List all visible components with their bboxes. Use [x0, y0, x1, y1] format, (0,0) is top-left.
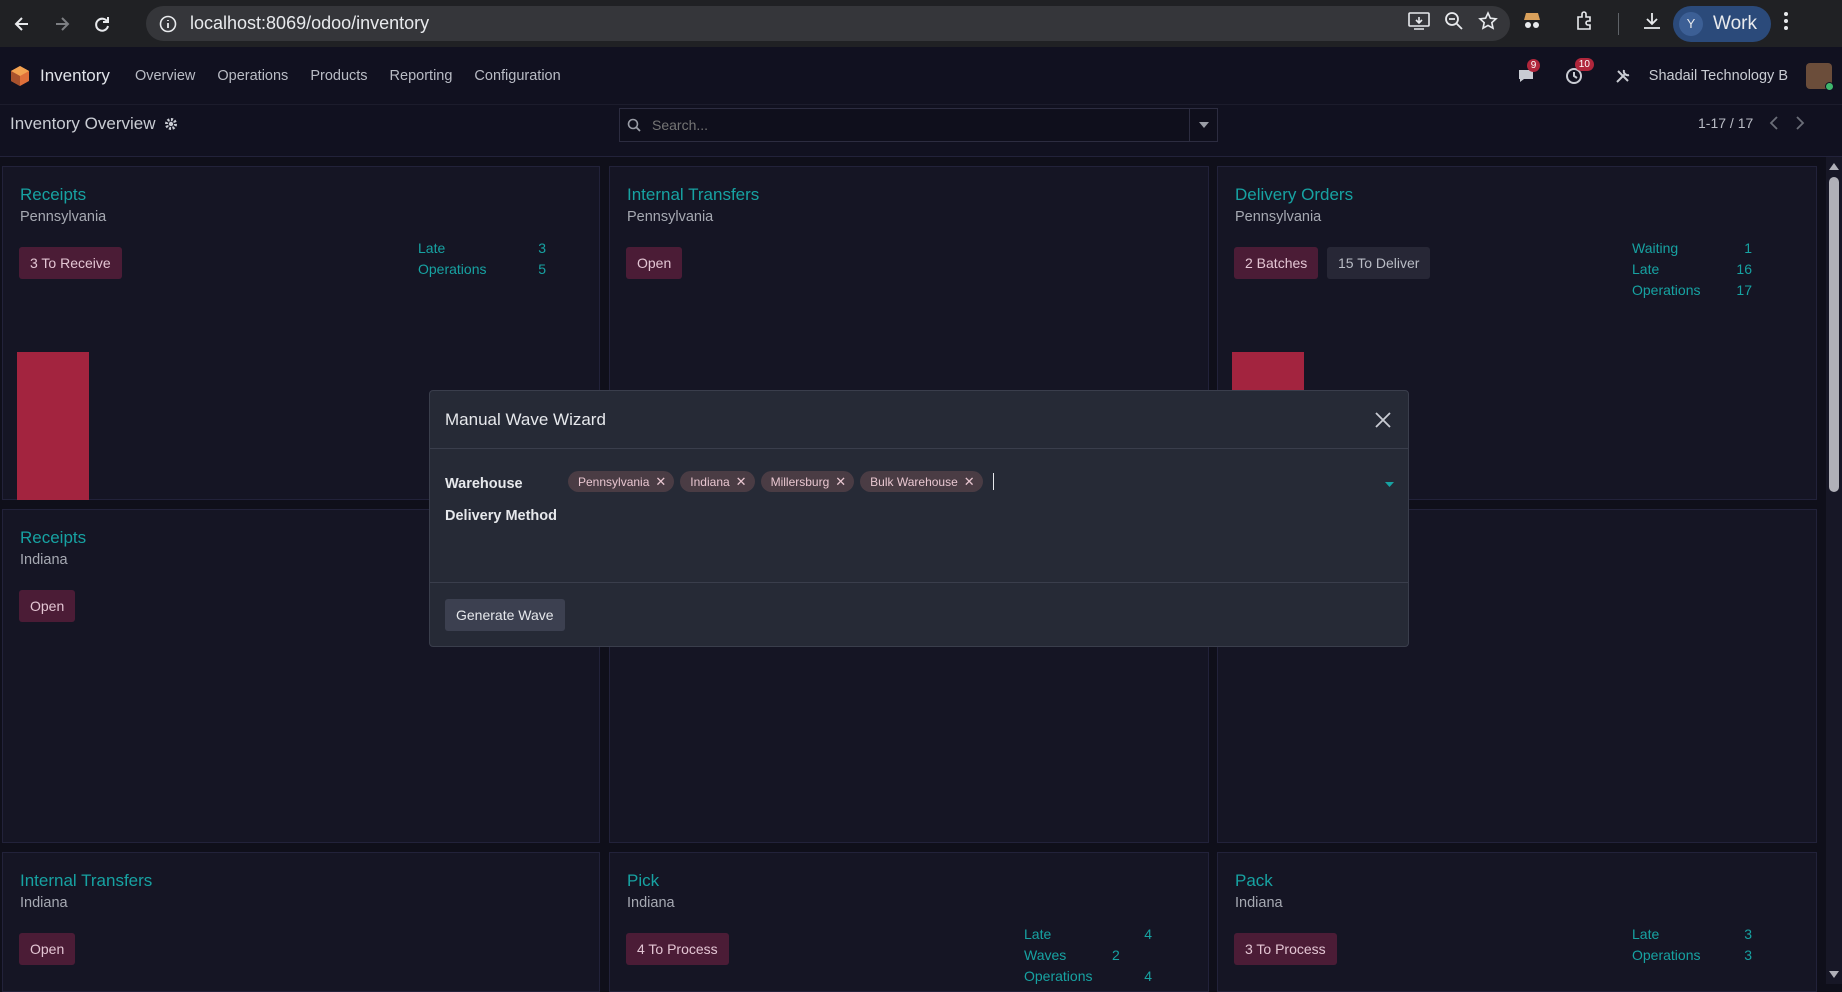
- caret-down-icon[interactable]: [1385, 482, 1394, 487]
- modal-header: Manual Wave Wizard: [430, 391, 1408, 449]
- remove-tag-icon[interactable]: ✕: [655, 474, 666, 490]
- menu-configuration[interactable]: Configuration: [474, 68, 560, 84]
- scrollbar-thumb[interactable]: [1829, 177, 1839, 492]
- pager: 1-17 / 17: [1698, 115, 1805, 131]
- incognito-extension-icon[interactable]: [1520, 10, 1544, 37]
- warehouse-tag: Millersburg ✕: [760, 471, 855, 492]
- download-icon[interactable]: [1641, 10, 1663, 37]
- install-app-icon[interactable]: [1408, 11, 1430, 36]
- remove-tag-icon[interactable]: ✕: [835, 474, 846, 490]
- forward-icon[interactable]: [42, 4, 82, 44]
- browser-menu-icon[interactable]: [1781, 10, 1791, 37]
- page-scrollbar[interactable]: [1826, 157, 1842, 984]
- address-bar[interactable]: localhost:8069/odoo/inventory: [146, 6, 1510, 41]
- app-name[interactable]: Inventory: [40, 66, 110, 86]
- delivery-method-label: Delivery Method: [445, 508, 557, 524]
- page-title: Inventory Overview: [10, 114, 178, 134]
- menu-operations[interactable]: Operations: [217, 68, 288, 84]
- chevron-left-icon[interactable]: [1769, 116, 1779, 130]
- profile-button[interactable]: Y Work: [1673, 5, 1771, 42]
- control-panel: Inventory Overview 1-17 / 17: [0, 105, 1842, 157]
- search-box: [619, 108, 1218, 142]
- url-text: localhost:8069/odoo/inventory: [190, 13, 430, 33]
- pager-value[interactable]: 1-17 / 17: [1698, 115, 1753, 131]
- back-icon[interactable]: [2, 4, 42, 44]
- modal-footer: Generate Wave: [430, 583, 1408, 647]
- messages-badge: 9: [1526, 59, 1541, 72]
- reload-icon[interactable]: [82, 4, 122, 44]
- modal-title: Manual Wave Wizard: [445, 409, 606, 429]
- warehouse-tag: Bulk Warehouse ✕: [860, 471, 983, 492]
- profile-avatar: Y: [1679, 11, 1703, 36]
- extensions-icon[interactable]: [1574, 10, 1596, 37]
- warehouse-tags-input[interactable]: Pennsylvania ✕ Indiana ✕ Millersburg ✕ Bulk…: [568, 471, 994, 492]
- remove-tag-icon[interactable]: ✕: [964, 474, 975, 490]
- warehouse-tag: Indiana ✕: [680, 471, 755, 492]
- close-icon[interactable]: [1372, 409, 1394, 431]
- page-title-text: Inventory Overview: [10, 114, 156, 133]
- menu-reporting[interactable]: Reporting: [390, 68, 453, 84]
- messages-icon[interactable]: 9: [1517, 59, 1541, 84]
- manual-wave-wizard-dialog: Manual Wave Wizard Warehouse Pennsylvani…: [429, 390, 1409, 647]
- activities-icon[interactable]: 10: [1565, 58, 1594, 85]
- menu-overview[interactable]: Overview: [135, 68, 195, 84]
- online-status-dot: [1825, 82, 1834, 91]
- site-info-icon[interactable]: [150, 6, 186, 41]
- caret-down-icon: [1198, 122, 1209, 128]
- user-avatar[interactable]: [1806, 63, 1834, 91]
- text-cursor: [992, 473, 994, 490]
- browser-toolbar: localhost:8069/odoo/inventory Y Work: [0, 0, 1842, 47]
- search-input[interactable]: [648, 117, 1189, 133]
- modal-body: Warehouse Pennsylvania ✕ Indiana ✕ Millers…: [430, 449, 1408, 583]
- company-switcher[interactable]: Shadail Technology B: [1649, 68, 1788, 84]
- generate-wave-button[interactable]: Generate Wave: [445, 599, 565, 631]
- bookmark-star-icon[interactable]: [1478, 11, 1498, 36]
- inventory-app-icon[interactable]: [10, 65, 30, 87]
- profile-name: Work: [1713, 12, 1757, 34]
- remove-tag-icon[interactable]: ✕: [736, 474, 747, 490]
- chevron-right-icon[interactable]: [1795, 116, 1805, 130]
- gear-icon[interactable]: [164, 117, 178, 131]
- zoom-icon[interactable]: [1444, 11, 1464, 36]
- activities-badge: 10: [1574, 58, 1594, 71]
- search-icon[interactable]: [620, 118, 648, 132]
- scroll-up-arrow-icon[interactable]: [1829, 163, 1839, 170]
- warehouse-tag: Pennsylvania ✕: [568, 471, 675, 492]
- warehouse-label: Warehouse: [445, 476, 523, 492]
- search-options-toggle[interactable]: [1189, 109, 1217, 141]
- menu-products[interactable]: Products: [310, 68, 367, 84]
- odoo-navbar: Inventory Overview Operations Products R…: [0, 47, 1842, 105]
- scroll-down-arrow-icon[interactable]: [1829, 971, 1839, 978]
- debug-tools-icon[interactable]: [1615, 68, 1631, 84]
